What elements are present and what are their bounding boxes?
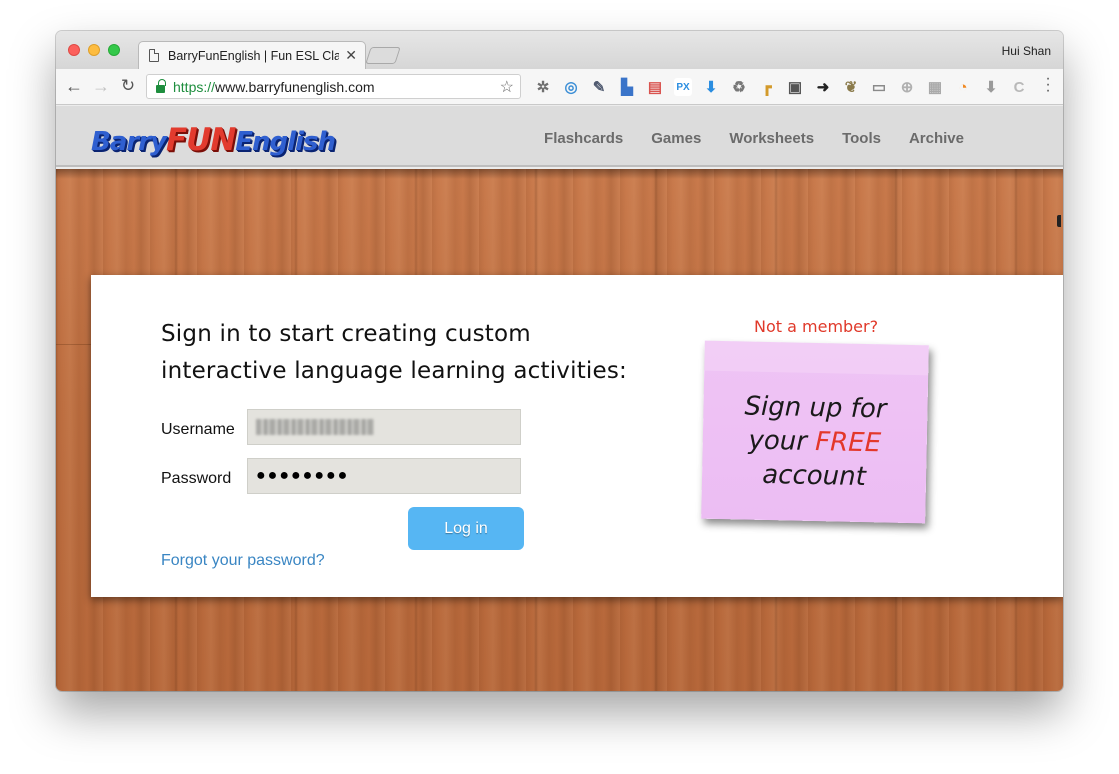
menu-dots-icon[interactable]: · · · (1045, 71, 1051, 99)
page-icon (149, 49, 159, 62)
nav-flashcards[interactable]: Flashcards (544, 130, 623, 147)
not-member-text: Not a member? (754, 317, 879, 336)
url-scheme: https:// (173, 78, 216, 95)
bookmark-star-icon[interactable]: ☆ (500, 77, 514, 97)
bug-icon[interactable]: ✲ (534, 78, 552, 96)
browser-toolbar: ← → ↻ https://www.barryfunenglish.com ☆ … (56, 69, 1063, 105)
c-icon[interactable]: C (1010, 78, 1028, 96)
compass-icon[interactable]: ◎ (562, 78, 580, 96)
ruler-icon[interactable]: ┏ (758, 78, 776, 96)
logo-part-english: English (235, 127, 336, 157)
save-circle-icon[interactable]: ⊕ (898, 78, 916, 96)
logo-part-fun: FUN (165, 122, 236, 158)
free-text: FREE (814, 427, 882, 459)
tab-title: BarryFunEnglish | Fun ESL Cla (168, 48, 340, 63)
browser-tab[interactable]: BarryFunEnglish | Fun ESL Cla ✕ (138, 41, 366, 69)
new-tab-button[interactable] (365, 47, 401, 64)
edge-hook-icon (1057, 215, 1063, 227)
username-field[interactable] (247, 409, 521, 445)
window-icon[interactable]: ▭ (870, 78, 888, 96)
calendar-icon[interactable]: ▤ (646, 78, 664, 96)
login-button[interactable]: Log in (408, 507, 524, 550)
forward-arrow-icon[interactable]: → (90, 75, 112, 97)
login-card: Sign in to start creating custom interac… (91, 275, 1063, 597)
extension-icons: ✲ ◎ ✎ ▙ ▤ PX ⬇ ♻ ┏ ▣ ➜ ❦ ▭ ⊕ ▦ ◔ ⬇ C (534, 78, 1028, 96)
recycle-icon[interactable]: ♻ (730, 78, 748, 96)
eyedropper-icon[interactable]: ✎ (590, 78, 608, 96)
login-heading: Sign in to start creating custom interac… (161, 321, 627, 384)
site-header: BarryFUNEnglish Flashcards Games Workshe… (56, 106, 1063, 167)
minimize-window-button[interactable] (88, 44, 100, 56)
leaf-icon[interactable]: ❦ (842, 78, 860, 96)
back-arrow-icon[interactable]: ← (63, 75, 85, 97)
logo-part-barry: Barry (91, 127, 167, 157)
address-bar[interactable]: https://www.barryfunenglish.com ☆ (146, 74, 521, 99)
forgot-password-link[interactable]: Forgot your password? (161, 552, 325, 570)
url-host: www.barryfunenglish.com (215, 78, 375, 95)
nav-worksheets[interactable]: Worksheets (729, 130, 814, 147)
password-label: Password (161, 470, 232, 487)
browser-window: BarryFunEnglish | Fun ESL Cla ✕ Hui Shan… (56, 31, 1063, 691)
signup-sticky-note[interactable]: Sign up for your FREE account (701, 340, 929, 524)
nav-games[interactable]: Games (651, 130, 701, 147)
password-field[interactable]: ●●●●●●●● (247, 458, 521, 494)
signup-line-3: account (761, 459, 867, 493)
close-window-button[interactable] (68, 44, 80, 56)
tiles-icon[interactable]: ▦ (926, 78, 944, 96)
signup-text: Sign up for your FREE account (702, 389, 928, 496)
down-arrow-icon[interactable]: ⬇ (982, 78, 1000, 96)
tab-close-icon[interactable]: ✕ (345, 47, 357, 64)
rss-icon[interactable]: ◔ (954, 78, 972, 96)
stamp-icon[interactable]: ▙ (618, 78, 636, 96)
nav-archive[interactable]: Archive (909, 130, 964, 147)
bus-icon[interactable]: ▣ (786, 78, 804, 96)
nav-tools[interactable]: Tools (842, 130, 881, 147)
profile-name[interactable]: Hui Shan (1002, 44, 1051, 58)
main-nav: Flashcards Games Worksheets Tools Archiv… (544, 130, 964, 147)
zoom-window-button[interactable] (108, 44, 120, 56)
reload-icon[interactable]: ↻ (117, 75, 139, 97)
lock-icon (156, 78, 166, 93)
signup-line-2-prefix: your (748, 425, 816, 458)
arrow-circle-icon[interactable]: ➜ (814, 78, 832, 96)
redacted-username (256, 419, 374, 435)
px-icon[interactable]: PX (674, 78, 692, 96)
signup-line-1: Sign up for (744, 391, 887, 425)
signup-line-2: your FREE (702, 423, 927, 462)
site-logo[interactable]: BarryFUNEnglish (91, 122, 336, 158)
download-icon[interactable]: ⬇ (702, 78, 720, 96)
username-label: Username (161, 421, 235, 438)
tab-strip: BarryFunEnglish | Fun ESL Cla ✕ Hui Shan (56, 31, 1063, 69)
